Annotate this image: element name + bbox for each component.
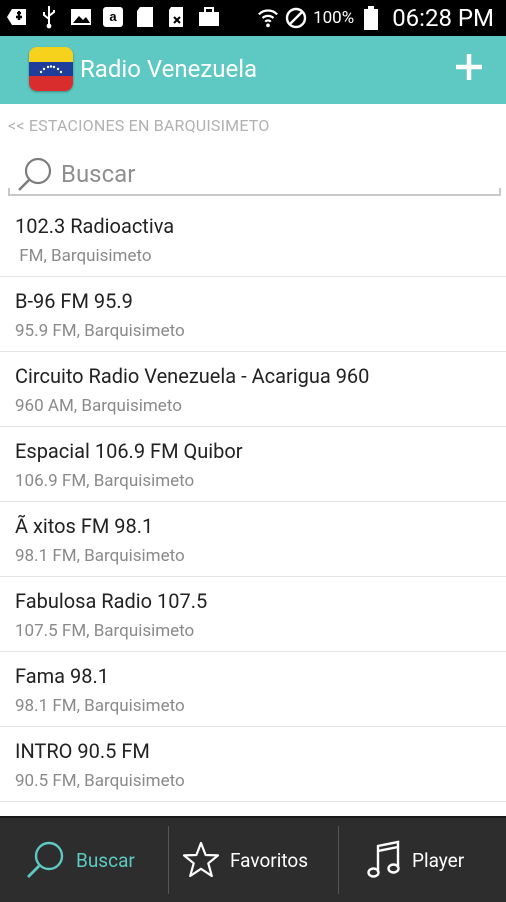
- music-note-icon: [367, 840, 400, 878]
- status-bar: a 100% 06:28 PM: [0, 0, 506, 36]
- venezuela-flag-icon: [29, 47, 73, 91]
- tab-label: Player: [412, 848, 465, 872]
- list-item[interactable]: Circuito Radio Venezuela - Acarigua 960 …: [0, 352, 506, 427]
- station-details: 90.5 FM, Barquisimeto: [15, 771, 185, 791]
- image-icon: [70, 6, 92, 28]
- search-input[interactable]: Buscar: [61, 160, 135, 188]
- usb-icon: [38, 6, 60, 29]
- app-title: Radio Venezuela: [80, 55, 258, 83]
- station-name: Ã xitos FM 98.1: [15, 514, 154, 538]
- tab-favorites[interactable]: Favoritos: [182, 818, 308, 902]
- station-name: Fama 98.1: [15, 664, 109, 688]
- list-item[interactable]: B-96 FM 95.9 95.9 FM, Barquisimeto: [0, 277, 506, 352]
- search-icon: [27, 841, 64, 878]
- station-details: 95.9 FM, Barquisimeto: [15, 321, 185, 341]
- list-item[interactable]: Fabulosa Radio 107.5 107.5 FM, Barquisim…: [0, 577, 506, 652]
- briefcase-icon: [198, 6, 220, 28]
- list-item[interactable]: INTRO 90.5 FM 90.5 FM, Barquisimeto: [0, 727, 506, 802]
- station-details: 107.5 FM, Barquisimeto: [15, 621, 195, 641]
- station-name: 102.3 Radioactiva: [15, 214, 175, 238]
- sd-card-icon: [134, 6, 156, 28]
- add-button[interactable]: [454, 52, 484, 82]
- svg-text:a: a: [109, 9, 117, 24]
- list-item[interactable]: 102.3 Radioactiva FM, Barquisimeto: [0, 202, 506, 277]
- station-name: Espacial 106.9 FM Quibor: [15, 439, 243, 463]
- station-details: 98.1 FM, Barquisimeto: [15, 546, 185, 566]
- station-details: 960 AM, Barquisimeto: [15, 396, 182, 416]
- add-notification-icon: [6, 6, 28, 28]
- do-not-disturb-icon: [285, 7, 307, 29]
- station-details: 106.9 FM, Barquisimeto: [15, 471, 195, 491]
- tab-label: Favoritos: [230, 848, 309, 872]
- list-item[interactable]: Ã xitos FM 98.1 98.1 FM, Barquisimeto: [0, 502, 506, 577]
- station-list: 102.3 Radioactiva FM, Barquisimeto B-96 …: [0, 202, 506, 802]
- tab-player[interactable]: Player: [366, 818, 464, 902]
- clock: 06:28 PM: [392, 4, 494, 32]
- station-name: B-96 FM 95.9: [15, 289, 133, 313]
- station-details: FM, Barquisimeto: [15, 246, 152, 266]
- tab-search[interactable]: Buscar: [26, 818, 135, 902]
- station-name: INTRO 90.5 FM: [15, 739, 150, 763]
- battery-icon: [360, 6, 382, 30]
- station-details: 98.1 FM, Barquisimeto: [15, 696, 185, 716]
- breadcrumb-back-link[interactable]: << ESTACIONES EN BARQUISIMETO: [8, 116, 270, 135]
- list-item[interactable]: Espacial 106.9 FM Quibor 106.9 FM, Barqu…: [0, 427, 506, 502]
- tab-label: Buscar: [76, 848, 135, 872]
- station-name: Circuito Radio Venezuela - Acarigua 960: [15, 364, 370, 388]
- no-sim-icon: [166, 6, 188, 28]
- bottom-tab-bar: Buscar Favoritos Player: [0, 816, 506, 902]
- search-field[interactable]: Buscar: [8, 152, 501, 196]
- search-icon: [16, 156, 54, 196]
- station-name: Fabulosa Radio 107.5: [15, 589, 208, 613]
- star-icon: [182, 841, 220, 878]
- battery-percent: 100%: [313, 8, 355, 28]
- wifi-icon: [257, 7, 279, 29]
- plus-icon: [456, 54, 482, 80]
- amazon-icon: a: [102, 6, 124, 28]
- list-item[interactable]: Fama 98.1 98.1 FM, Barquisimeto: [0, 652, 506, 727]
